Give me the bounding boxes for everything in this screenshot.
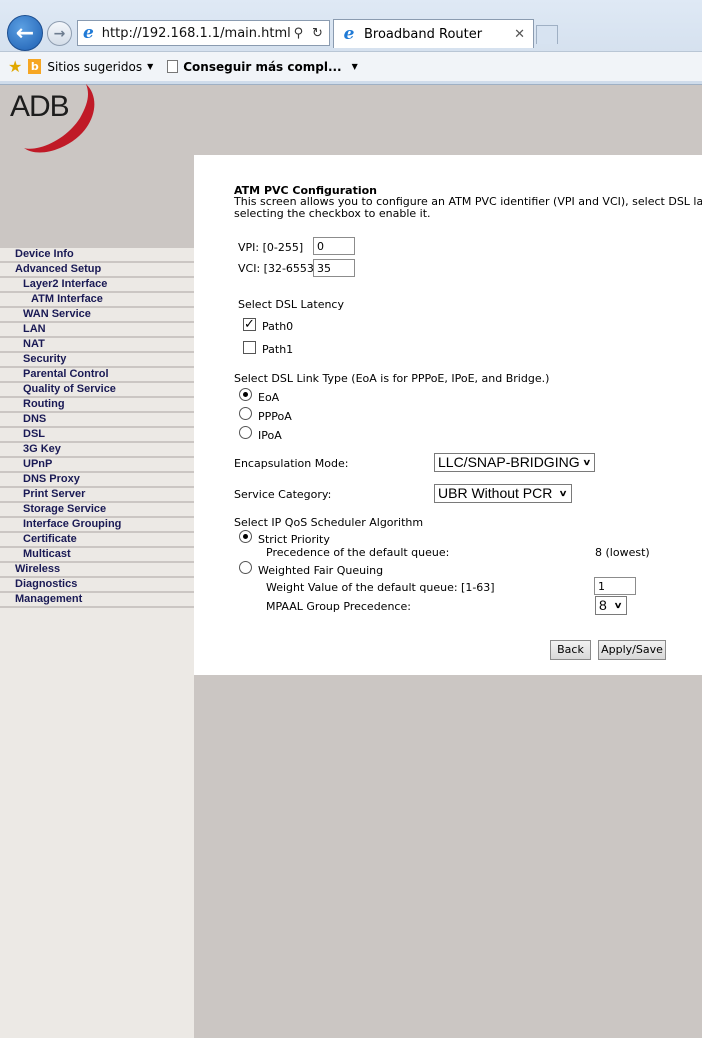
sidebar-item-dns-proxy[interactable]: DNS Proxy: [0, 473, 194, 486]
forward-arrow-icon[interactable]: →: [47, 21, 72, 46]
ie-logo-icon: e: [343, 23, 355, 44]
dsl-link-type-heading: Select DSL Link Type (EoA is for PPPoE, …: [234, 372, 550, 385]
back-arrow-icon[interactable]: ←: [7, 15, 43, 51]
encapsulation-value: LLC/SNAP-BRIDGING: [438, 454, 580, 470]
ipoa-label: IPoA: [258, 429, 282, 442]
page-icon: [167, 60, 179, 73]
sidebar-background: [0, 608, 194, 1038]
favorite-conseguir-mas[interactable]: Conseguir más compl... ▼: [167, 60, 358, 74]
favorites-bar: ★ b Sitios sugeridos ▼ Conseguir más com…: [0, 51, 702, 81]
encapsulation-select[interactable]: LLC/SNAP-BRIDGING ∨: [434, 453, 595, 472]
service-category-select[interactable]: UBR Without PCR ∨: [434, 484, 572, 503]
sidebar-menu: Device Info Advanced Setup Layer2 Interfac…: [0, 248, 194, 1038]
service-category-value: UBR Without PCR: [438, 485, 553, 501]
sidebar-item-management[interactable]: Management: [0, 593, 194, 606]
favorite-label: Conseguir más compl...: [183, 59, 342, 74]
page-description-line2: selecting the checkbox to enable it.: [234, 207, 431, 220]
vci-input[interactable]: [313, 259, 355, 277]
sidebar-item-print-server[interactable]: Print Server: [0, 488, 194, 501]
refresh-icon[interactable]: ↻: [310, 26, 325, 41]
sidebar-item-3g-key[interactable]: 3G Key: [0, 443, 194, 456]
wfq-radio[interactable]: [239, 561, 252, 574]
logo-text: ADB: [10, 90, 70, 123]
vpi-label: VPI: [0-255]: [238, 241, 304, 254]
sidebar-item-diagnostics[interactable]: Diagnostics: [0, 578, 194, 591]
adb-logo: ADB: [8, 82, 103, 157]
mpaal-select[interactable]: 8 ∨: [595, 596, 627, 615]
dsl-latency-heading: Select DSL Latency: [238, 298, 344, 311]
sidebar-item-storage-service[interactable]: Storage Service: [0, 503, 194, 516]
tab-broadband-router[interactable]: e Broadband Router ✕: [333, 19, 534, 48]
chevron-down-icon: ∨: [613, 600, 623, 611]
wfq-label: Weighted Fair Queuing: [258, 564, 384, 577]
close-icon[interactable]: ✕: [514, 27, 525, 42]
sidebar-item-dns[interactable]: DNS: [0, 413, 194, 426]
precedence-label: Precedence of the default queue:: [266, 546, 450, 559]
encapsulation-label: Encapsulation Mode:: [234, 457, 349, 470]
tab-title: Broadband Router: [364, 26, 483, 42]
bing-icon: b: [28, 59, 42, 74]
sidebar-item-interface-grouping[interactable]: Interface Grouping: [0, 518, 194, 531]
sidebar-item-dsl[interactable]: DSL: [0, 428, 194, 441]
pppoa-radio[interactable]: [239, 407, 252, 420]
qos-scheduler-heading: Select IP QoS Scheduler Algorithm: [234, 516, 424, 529]
main-content: ATM PVC Configuration This screen allows…: [194, 155, 702, 675]
sidebar-item-security[interactable]: Security: [0, 353, 194, 366]
sidebar-item-nat[interactable]: NAT: [0, 338, 194, 351]
pppoa-label: PPPoA: [258, 410, 292, 423]
back-button[interactable]: Back: [550, 640, 591, 660]
weight-label: Weight Value of the default queue: [1-63…: [266, 581, 495, 594]
strict-priority-label: Strict Priority: [258, 533, 330, 546]
sidebar-item-certificate[interactable]: Certificate: [0, 533, 194, 546]
sidebar-item-parental-control[interactable]: Parental Control: [0, 368, 194, 381]
apply-save-button[interactable]: Apply/Save: [598, 640, 666, 660]
strict-priority-radio[interactable]: [239, 530, 252, 543]
chevron-down-icon: ▼: [147, 62, 154, 71]
vpi-input[interactable]: [313, 237, 355, 255]
favorite-label: Sitios sugeridos: [47, 59, 143, 74]
sidebar-item-lan[interactable]: LAN: [0, 323, 194, 336]
weight-input[interactable]: [594, 577, 636, 595]
search-icon[interactable]: ⚲: [291, 26, 306, 41]
sidebar-item-upnp[interactable]: UPnP: [0, 458, 194, 471]
sidebar-item-multicast[interactable]: Multicast: [0, 548, 194, 561]
favorite-sitios-sugeridos[interactable]: b Sitios sugeridos ▼: [28, 59, 153, 74]
path1-checkbox[interactable]: [243, 341, 256, 354]
sidebar-item-atm-interface[interactable]: ATM Interface: [0, 293, 194, 306]
path0-checkbox[interactable]: ✓: [243, 318, 256, 331]
sidebar-item-routing[interactable]: Routing: [0, 398, 194, 411]
eoa-radio[interactable]: [239, 388, 252, 401]
sidebar-item-device-info[interactable]: Device Info: [0, 248, 194, 261]
path0-label: Path0: [262, 320, 294, 333]
chevron-down-icon: ▼: [351, 62, 358, 71]
precedence-value: 8 (lowest): [595, 546, 650, 559]
chevron-down-icon: ∨: [582, 457, 592, 468]
favorites-star-icon[interactable]: ★: [8, 57, 22, 76]
chevron-down-icon: ∨: [558, 488, 568, 499]
sidebar-item-layer2-interface[interactable]: Layer2 Interface: [0, 278, 194, 291]
eoa-label: EoA: [258, 391, 280, 404]
sidebar-item-quality-of-service[interactable]: Quality of Service: [0, 383, 194, 396]
browser-chrome: ← → e http://192.168.1.1/main.html ⚲ ↻ e…: [0, 0, 702, 85]
ie-logo-icon: e: [82, 22, 94, 43]
address-bar[interactable]: e http://192.168.1.1/main.html ⚲ ↻: [77, 20, 330, 46]
new-tab-button[interactable]: [536, 25, 558, 44]
path1-label: Path1: [262, 343, 294, 356]
sidebar-item-wan-service[interactable]: WAN Service: [0, 308, 194, 321]
mpaal-label: MPAAL Group Precedence:: [266, 600, 411, 613]
address-url[interactable]: http://192.168.1.1/main.html: [102, 26, 291, 41]
sidebar-item-wireless[interactable]: Wireless: [0, 563, 194, 576]
sidebar-item-advanced-setup[interactable]: Advanced Setup: [0, 263, 194, 276]
service-category-label: Service Category:: [234, 488, 332, 501]
ipoa-radio[interactable]: [239, 426, 252, 439]
mpaal-value: 8: [599, 597, 607, 613]
